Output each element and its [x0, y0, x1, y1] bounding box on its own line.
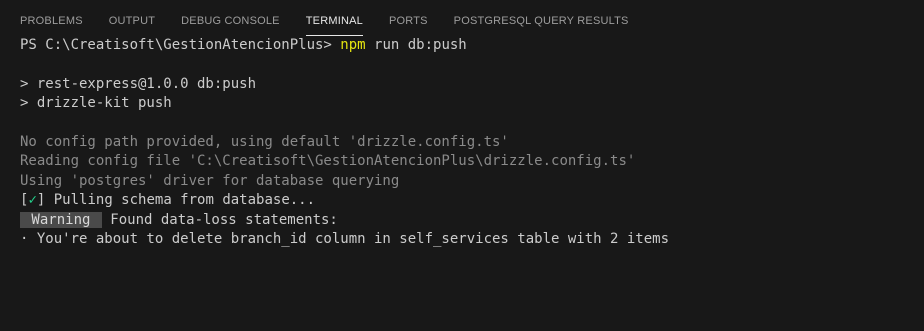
warning-line: Warning Found data-loss statements:: [20, 211, 924, 230]
tab-problems[interactable]: PROBLEMS: [20, 15, 83, 36]
info-line: Using 'postgres' driver for database que…: [20, 172, 400, 189]
prompt-line: PS C:\Creatisoft\GestionAtencionPlus> np…: [20, 36, 924, 55]
terminal-panel: PROBLEMS OUTPUT DEBUG CONSOLE TERMINAL P…: [0, 0, 924, 331]
terminal-output[interactable]: PS C:\Creatisoft\GestionAtencionPlus> np…: [0, 36, 924, 249]
panel-tab-bar: PROBLEMS OUTPUT DEBUG CONSOLE TERMINAL P…: [0, 0, 924, 36]
tab-postgresql-query-results[interactable]: POSTGRESQL QUERY RESULTS: [454, 15, 629, 36]
tab-debug-console[interactable]: DEBUG CONSOLE: [181, 15, 280, 36]
info-line: Reading config file 'C:\Creatisoft\Gesti…: [20, 153, 636, 170]
tab-ports[interactable]: PORTS: [389, 15, 428, 36]
check-icon: ✓: [28, 192, 37, 209]
warning-text: Found data-loss statements:: [101, 211, 338, 228]
pull-status-text: Pulling schema from database...: [45, 192, 316, 209]
info-line: No config path provided, using default '…: [20, 133, 509, 150]
command-npm: npm: [340, 37, 366, 53]
shell-prompt: PS C:\Creatisoft\GestionAtencionPlus>: [20, 37, 341, 53]
data-loss-statement: · You're about to delete branch_id colum…: [20, 230, 670, 247]
pull-status-line: [✓] Pulling schema from database...: [20, 191, 924, 210]
warning-badge: Warning: [20, 211, 102, 228]
script-line: > rest-express@1.0.0 db:push: [20, 75, 257, 92]
tab-output[interactable]: OUTPUT: [109, 15, 155, 36]
script-line: > drizzle-kit push: [20, 95, 172, 112]
command-args: run db:push: [365, 37, 467, 53]
tab-terminal[interactable]: TERMINAL: [305, 15, 363, 36]
